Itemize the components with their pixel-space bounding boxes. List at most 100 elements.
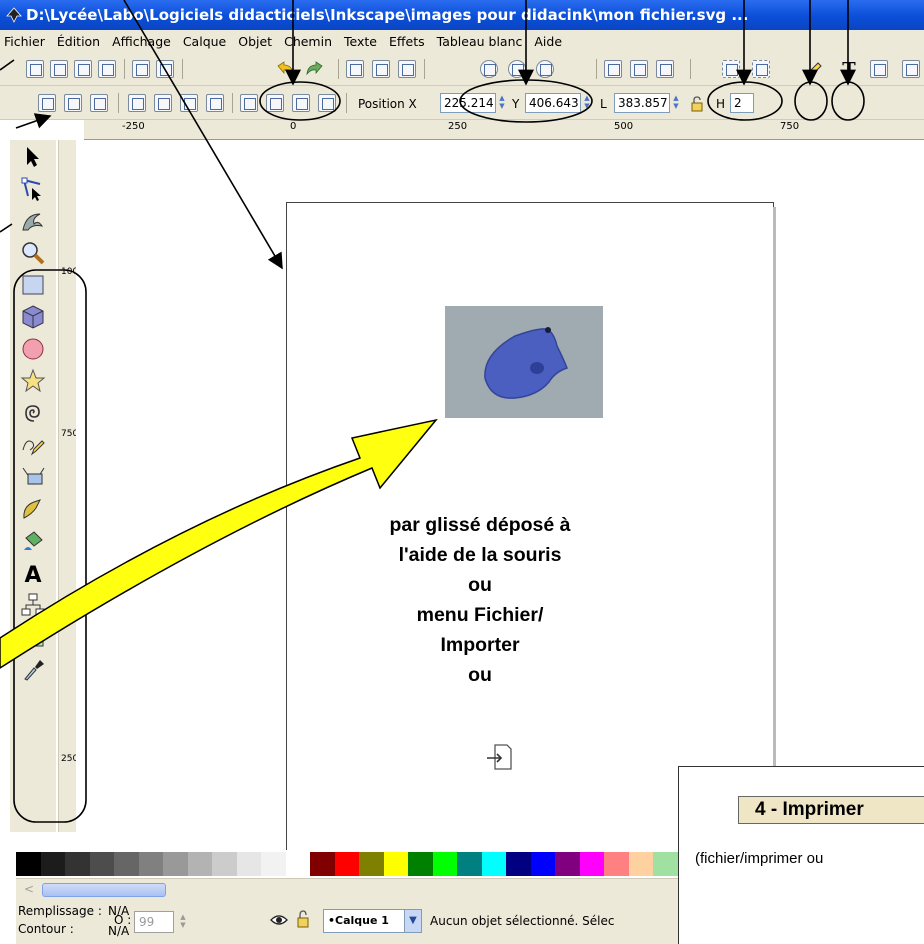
zoom-page-icon[interactable] [536,60,554,78]
palette-swatch[interactable] [285,852,310,876]
align-selection-icon[interactable] [722,60,740,78]
distribute-icon[interactable] [752,60,770,78]
palette-swatch[interactable] [334,852,359,876]
palette-swatch[interactable] [89,852,114,876]
menu-fichier[interactable]: Fichier [0,34,51,49]
pen-tool-icon[interactable] [20,464,46,490]
lock-icon[interactable] [296,910,310,928]
cut-icon[interactable] [372,60,390,78]
palette-swatch[interactable] [555,852,580,876]
3d-box-tool-icon[interactable] [20,304,46,330]
menu-tableau-blanc[interactable]: Tableau blanc [431,34,529,49]
menu-objet[interactable]: Objet [232,34,278,49]
palette-swatch[interactable] [114,852,139,876]
select-all-icon[interactable] [38,94,56,112]
opacity-field[interactable]: 99 [134,911,174,933]
ellipse-tool-icon[interactable] [20,336,46,362]
palette-swatch[interactable] [40,852,65,876]
duplicate-icon[interactable] [346,60,364,78]
palette-swatch[interactable] [530,852,555,876]
xml-editor-icon[interactable] [870,60,888,78]
clone-icon[interactable] [656,60,674,78]
import-icon[interactable] [132,60,150,78]
save-icon[interactable] [74,60,92,78]
position-x-field[interactable]: 225.214 [440,93,496,113]
spiral-tool-icon[interactable] [20,400,46,426]
menu-aide[interactable]: Aide [528,34,568,49]
imported-cell-image[interactable] [445,306,603,418]
menu-texte[interactable]: Texte [338,34,383,49]
menu-chemin[interactable]: Chemin [278,34,338,49]
horizontal-scrollbar[interactable]: < [16,878,678,900]
menu-affichage[interactable]: Affichage [106,34,177,49]
rotate-cw-icon[interactable] [154,94,172,112]
palette-swatch[interactable] [628,852,653,876]
palette-swatch[interactable] [236,852,261,876]
new-doc-icon[interactable] [26,60,44,78]
position-y-field[interactable]: 406.643 [525,93,581,113]
paint-bucket-tool-icon[interactable] [20,528,46,554]
eye-icon[interactable] [270,912,288,928]
width-spinner[interactable]: ▲ ▼ [671,94,681,112]
lower-to-bottom-icon[interactable] [318,94,336,112]
scroll-left-icon[interactable]: < [24,882,34,896]
palette-swatch[interactable] [506,852,531,876]
group-icon[interactable] [604,60,622,78]
undo-icon[interactable] [274,60,296,78]
chevron-down-icon[interactable]: ▼ [404,909,422,933]
pencil-tool-icon[interactable] [20,432,46,458]
connector-tool-icon[interactable] [20,592,46,618]
palette-swatch[interactable] [212,852,237,876]
zoom-selection-icon[interactable] [480,60,498,78]
gradient-tool-icon[interactable] [20,624,46,650]
deselect-icon[interactable] [90,94,108,112]
palette-swatch[interactable] [653,852,678,876]
tweak-tool-icon[interactable] [20,208,46,234]
palette-swatch[interactable] [457,852,482,876]
scrollbar-thumb[interactable] [42,883,166,897]
paste-icon[interactable] [398,60,416,78]
redo-icon[interactable] [304,60,326,78]
width-field[interactable]: 383.857 [614,93,670,113]
palette-swatch[interactable] [408,852,433,876]
node-tool-icon[interactable] [20,176,46,202]
star-tool-icon[interactable] [20,368,46,394]
flip-vertical-icon[interactable] [206,94,224,112]
lower-icon[interactable] [292,94,310,112]
position-x-spinner[interactable]: ▲ ▼ [497,94,507,112]
zoom-drawing-icon[interactable] [508,60,526,78]
palette-swatch[interactable] [187,852,212,876]
palette-swatch[interactable] [16,852,41,876]
palette-swatch[interactable] [310,852,335,876]
print-icon[interactable] [98,60,116,78]
selector-tool-icon[interactable] [20,144,46,170]
palette-swatch[interactable] [604,852,629,876]
palette-swatch[interactable] [579,852,604,876]
palette-swatch[interactable] [261,852,286,876]
palette-swatch[interactable] [481,852,506,876]
lock-ratio-icon[interactable] [690,96,704,112]
text-tool-icon[interactable]: A [20,560,46,586]
zoom-tool-icon[interactable] [20,240,46,266]
text-font-icon[interactable]: T [838,58,860,80]
opacity-spinner[interactable]: ▲ ▼ [178,913,188,931]
palette-swatch[interactable] [163,852,188,876]
flip-horizontal-icon[interactable] [180,94,198,112]
palette-swatch[interactable] [383,852,408,876]
palette-swatch[interactable] [65,852,90,876]
export-icon[interactable] [156,60,174,78]
rotate-ccw-icon[interactable] [128,94,146,112]
layer-selector[interactable]: •Calque 1 [323,909,405,933]
menu-edition[interactable]: Édition [51,34,106,49]
height-field[interactable]: 2 [730,93,754,113]
fill-stroke-icon[interactable] [804,60,824,80]
select-all-layers-icon[interactable] [64,94,82,112]
align-icon[interactable] [902,60,920,78]
open-icon[interactable] [50,60,68,78]
menu-effets[interactable]: Effets [383,34,431,49]
palette-swatch[interactable] [432,852,457,876]
palette-swatch[interactable] [138,852,163,876]
menu-calque[interactable]: Calque [177,34,232,49]
dropper-tool-icon[interactable] [20,656,46,682]
raise-to-top-icon[interactable] [240,94,258,112]
